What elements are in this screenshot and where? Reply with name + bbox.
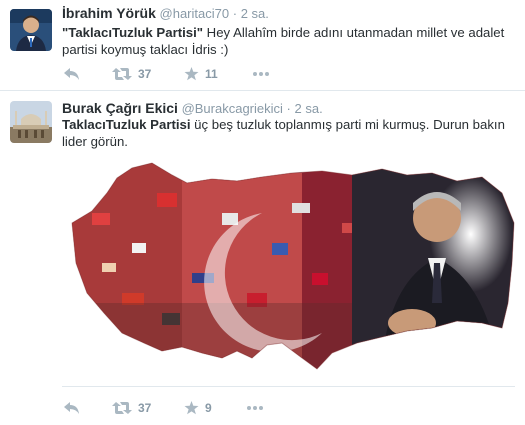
handle[interactable]: @Burakcagriekici: [182, 101, 283, 116]
retweet-button[interactable]: 37: [112, 64, 151, 84]
reply-button[interactable]: [64, 64, 80, 84]
retweet-icon: [112, 401, 132, 415]
timestamp[interactable]: 2 sa.: [295, 101, 323, 116]
separator: ·: [286, 101, 291, 116]
avatar[interactable]: [10, 101, 52, 143]
retweet-icon: [112, 67, 132, 81]
more-dots-icon: [252, 71, 270, 77]
tweet-text: TaklacıTuzluk Partisi üç beş tuzluk topl…: [62, 116, 512, 150]
star-icon: [184, 401, 199, 415]
more-button[interactable]: [246, 398, 264, 418]
favorite-button[interactable]: 9: [184, 398, 212, 418]
tweet-header: Burak Çağrı Ekici @Burakcagriekici · 2 s…: [62, 100, 323, 116]
handle[interactable]: @haritaci70: [160, 6, 230, 21]
turkey-map-collage: [71, 162, 515, 370]
tweet-2[interactable]: Burak Çağrı Ekici @Burakcagriekici · 2 s…: [0, 90, 525, 425]
fullname[interactable]: İbrahim Yörük: [62, 5, 156, 21]
retweet-count: 37: [138, 67, 152, 81]
tweet-media-image[interactable]: [62, 153, 517, 385]
reply-button[interactable]: [64, 398, 80, 418]
star-icon: [184, 67, 199, 81]
tweet-text-bold: TaklacıTuzluk Partisi: [62, 117, 191, 132]
tweet-text: "TaklacıTuzluk Partisi" Hey Allahîm bird…: [62, 24, 512, 58]
retweet-button[interactable]: 37: [112, 398, 151, 418]
reply-arrow-icon: [64, 402, 80, 414]
reply-arrow-icon: [64, 68, 80, 80]
avatar[interactable]: [10, 9, 52, 51]
fullname[interactable]: Burak Çağrı Ekici: [62, 100, 178, 116]
retweet-count: 37: [138, 401, 152, 415]
favorite-count: 9: [205, 401, 212, 415]
timestamp[interactable]: 2 sa.: [241, 6, 269, 21]
more-dots-icon: [246, 405, 264, 411]
media-divider: [62, 386, 515, 387]
more-button[interactable]: [252, 64, 270, 84]
tweet-header: İbrahim Yörük @haritaci70 · 2 sa.: [62, 5, 269, 21]
tweet-1[interactable]: İbrahim Yörük @haritaci70 · 2 sa. "Takla…: [0, 0, 525, 90]
favorite-count: 11: [205, 67, 218, 81]
favorite-button[interactable]: 11: [184, 64, 218, 84]
separator: ·: [232, 6, 238, 21]
tweet-text-bold: "TaklacıTuzluk Partisi": [62, 25, 204, 40]
